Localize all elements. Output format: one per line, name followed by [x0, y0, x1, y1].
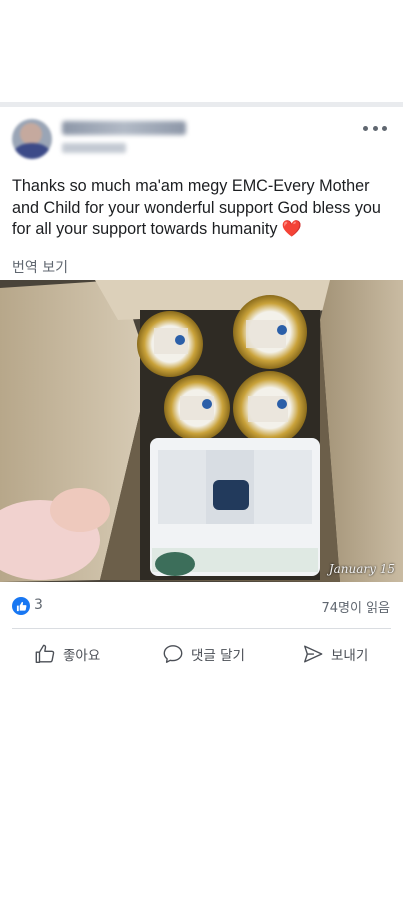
comment-button[interactable]: 댓글 달기 — [162, 636, 245, 672]
share-icon — [304, 645, 323, 663]
photo-watermark: January 15 — [328, 562, 395, 576]
share-label: 보내기 — [331, 648, 369, 664]
post-header — [0, 107, 403, 175]
see-translation-link[interactable]: 번역 보기 — [12, 257, 68, 277]
like-reaction-icon[interactable] — [12, 597, 30, 615]
reaction-count[interactable]: 3 — [34, 597, 43, 613]
like-label: 좋아요 — [63, 648, 101, 664]
author-name-blurred[interactable] — [62, 121, 186, 135]
box-photo-illustration — [0, 280, 403, 582]
like-button[interactable]: 좋아요 — [34, 636, 100, 672]
thumbs-up-icon — [35, 644, 55, 663]
share-button[interactable]: 보내기 — [302, 636, 368, 672]
post-photo[interactable]: January 15 — [0, 280, 403, 582]
heart-emoji: ❤️ — [281, 220, 303, 238]
post-time-blurred — [62, 143, 126, 153]
comment-icon — [163, 645, 183, 663]
action-bar: 좋아요 댓글 달기 보내기 — [0, 636, 403, 672]
post-body: Thanks so much ma'am megy EMC-Every Moth… — [12, 177, 381, 238]
reactions-bar: 3 74명이 읽음 — [0, 595, 403, 617]
seen-count[interactable]: 74명이 읽음 — [321, 597, 390, 616]
avatar[interactable] — [12, 119, 52, 159]
divider — [12, 628, 391, 629]
comment-label: 댓글 달기 — [191, 648, 245, 664]
post-text: Thanks so much ma'am megy EMC-Every Moth… — [12, 176, 384, 241]
more-icon[interactable] — [363, 121, 387, 135]
